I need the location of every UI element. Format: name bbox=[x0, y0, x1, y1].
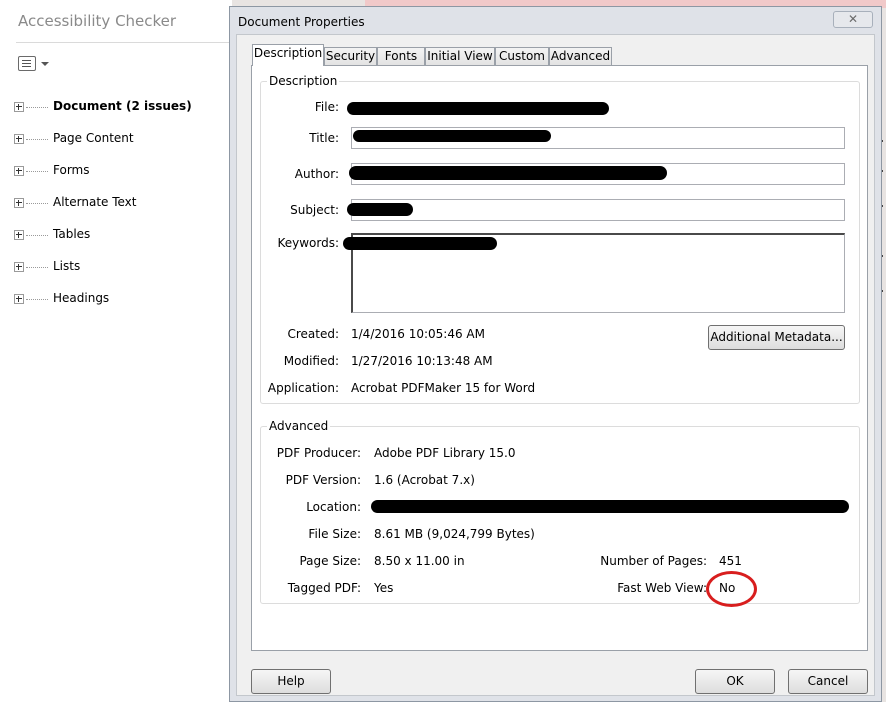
page-size-label: Page Size: bbox=[299, 554, 361, 568]
chevron-down-icon bbox=[41, 62, 49, 66]
subject-field[interactable] bbox=[351, 199, 845, 221]
dialog-content: Description Security Fonts Initial View … bbox=[236, 34, 875, 696]
pdf-producer-label: PDF Producer: bbox=[276, 446, 361, 460]
tree-item-label: Page Content bbox=[53, 131, 134, 145]
tree-item-label: Headings bbox=[53, 291, 110, 305]
close-icon: ✕ bbox=[847, 12, 859, 26]
pdf-producer-value: Adobe PDF Library 15.0 bbox=[374, 446, 516, 460]
expand-icon[interactable] bbox=[14, 134, 24, 144]
keywords-label: Keywords: bbox=[277, 236, 339, 250]
tree-item-tables[interactable]: Tables bbox=[14, 227, 229, 245]
tab-description[interactable]: Description bbox=[252, 44, 324, 66]
additional-metadata-button[interactable]: Additional Metadata... bbox=[708, 325, 845, 350]
cancel-button[interactable]: Cancel bbox=[788, 669, 868, 694]
fast-web-view-value: No bbox=[719, 581, 736, 595]
pdf-version-label: PDF Version: bbox=[285, 473, 361, 487]
tab-advanced[interactable]: Advanced bbox=[549, 47, 612, 65]
panel-divider bbox=[16, 42, 230, 43]
ok-button[interactable]: OK bbox=[695, 669, 775, 694]
panel-title: Accessibility Checker bbox=[18, 12, 177, 30]
tree-item-label: Lists bbox=[53, 259, 81, 273]
tree-item-document[interactable]: Document (2 issues) bbox=[14, 99, 229, 117]
fast-web-view-label: Fast Web View: bbox=[617, 581, 707, 595]
tree-item-page-content[interactable]: Page Content bbox=[14, 131, 229, 149]
group-title: Advanced bbox=[267, 419, 331, 433]
tree-item-lists[interactable]: Lists bbox=[14, 259, 229, 277]
title-label: Title: bbox=[309, 131, 339, 145]
description-group: Description File: Title: Author: Subject… bbox=[260, 74, 860, 404]
redacted-file bbox=[347, 102, 609, 115]
help-button[interactable]: Help bbox=[251, 669, 331, 694]
dialog-title: Document Properties bbox=[238, 15, 365, 29]
redacted-subject bbox=[347, 203, 413, 216]
list-icon bbox=[18, 56, 36, 71]
tree-item-label: Alternate Text bbox=[53, 195, 137, 209]
redacted-location bbox=[371, 500, 849, 513]
tree-item-alternate-text[interactable]: Alternate Text bbox=[14, 195, 229, 213]
pdf-version-value: 1.6 (Acrobat 7.x) bbox=[374, 473, 475, 487]
tree-item-label: Tables bbox=[53, 227, 91, 241]
tree-item-label: Forms bbox=[53, 163, 90, 177]
redacted-title bbox=[353, 130, 551, 142]
tab-panel-description: Description File: Title: Author: Subject… bbox=[251, 65, 868, 651]
created-value: 1/4/2016 10:05:46 AM bbox=[351, 327, 485, 341]
tab-security[interactable]: Security bbox=[324, 47, 377, 65]
tree-item-forms[interactable]: Forms bbox=[14, 163, 229, 181]
tab-initial-view[interactable]: Initial View bbox=[425, 47, 495, 65]
tree-item-label: Document (2 issues) bbox=[53, 99, 192, 113]
options-menu-button[interactable] bbox=[18, 55, 52, 73]
close-button[interactable]: ✕ bbox=[833, 11, 873, 28]
expand-icon[interactable] bbox=[14, 166, 24, 176]
redacted-author bbox=[349, 166, 667, 180]
tab-fonts[interactable]: Fonts bbox=[377, 47, 425, 65]
redacted-keywords bbox=[343, 237, 497, 250]
expand-icon[interactable] bbox=[14, 230, 24, 240]
document-properties-dialog: Document Properties ✕ Description Securi… bbox=[229, 6, 882, 702]
tree-item-headings[interactable]: Headings bbox=[14, 291, 229, 309]
dialog-titlebar[interactable]: Document Properties ✕ bbox=[230, 7, 881, 35]
modified-label: Modified: bbox=[283, 354, 339, 368]
group-title: Description bbox=[267, 74, 340, 88]
created-label: Created: bbox=[287, 327, 339, 341]
tagged-pdf-value: Yes bbox=[374, 581, 394, 595]
expand-icon[interactable] bbox=[14, 294, 24, 304]
location-label: Location: bbox=[306, 500, 361, 514]
number-of-pages-label: Number of Pages: bbox=[600, 554, 707, 568]
author-label: Author: bbox=[294, 167, 339, 181]
number-of-pages-value: 451 bbox=[719, 554, 742, 568]
file-size-label: File Size: bbox=[308, 527, 361, 541]
expand-icon[interactable] bbox=[14, 198, 24, 208]
application-value: Acrobat PDFMaker 15 for Word bbox=[351, 381, 536, 395]
file-label: File: bbox=[314, 100, 339, 114]
subject-label: Subject: bbox=[290, 203, 339, 217]
application-label: Application: bbox=[267, 381, 339, 395]
advanced-group: Advanced PDF Producer: Adobe PDF Library… bbox=[260, 419, 860, 607]
tagged-pdf-label: Tagged PDF: bbox=[287, 581, 361, 595]
expand-icon[interactable] bbox=[14, 102, 24, 112]
accessibility-checker-panel: Accessibility Checker Document (2 issues… bbox=[0, 0, 232, 702]
page-size-value: 8.50 x 11.00 in bbox=[374, 554, 465, 568]
expand-icon[interactable] bbox=[14, 262, 24, 272]
file-size-value: 8.61 MB (9,024,799 Bytes) bbox=[374, 527, 535, 541]
modified-value: 1/27/2016 10:13:48 AM bbox=[351, 354, 493, 368]
tab-custom[interactable]: Custom bbox=[495, 47, 549, 65]
